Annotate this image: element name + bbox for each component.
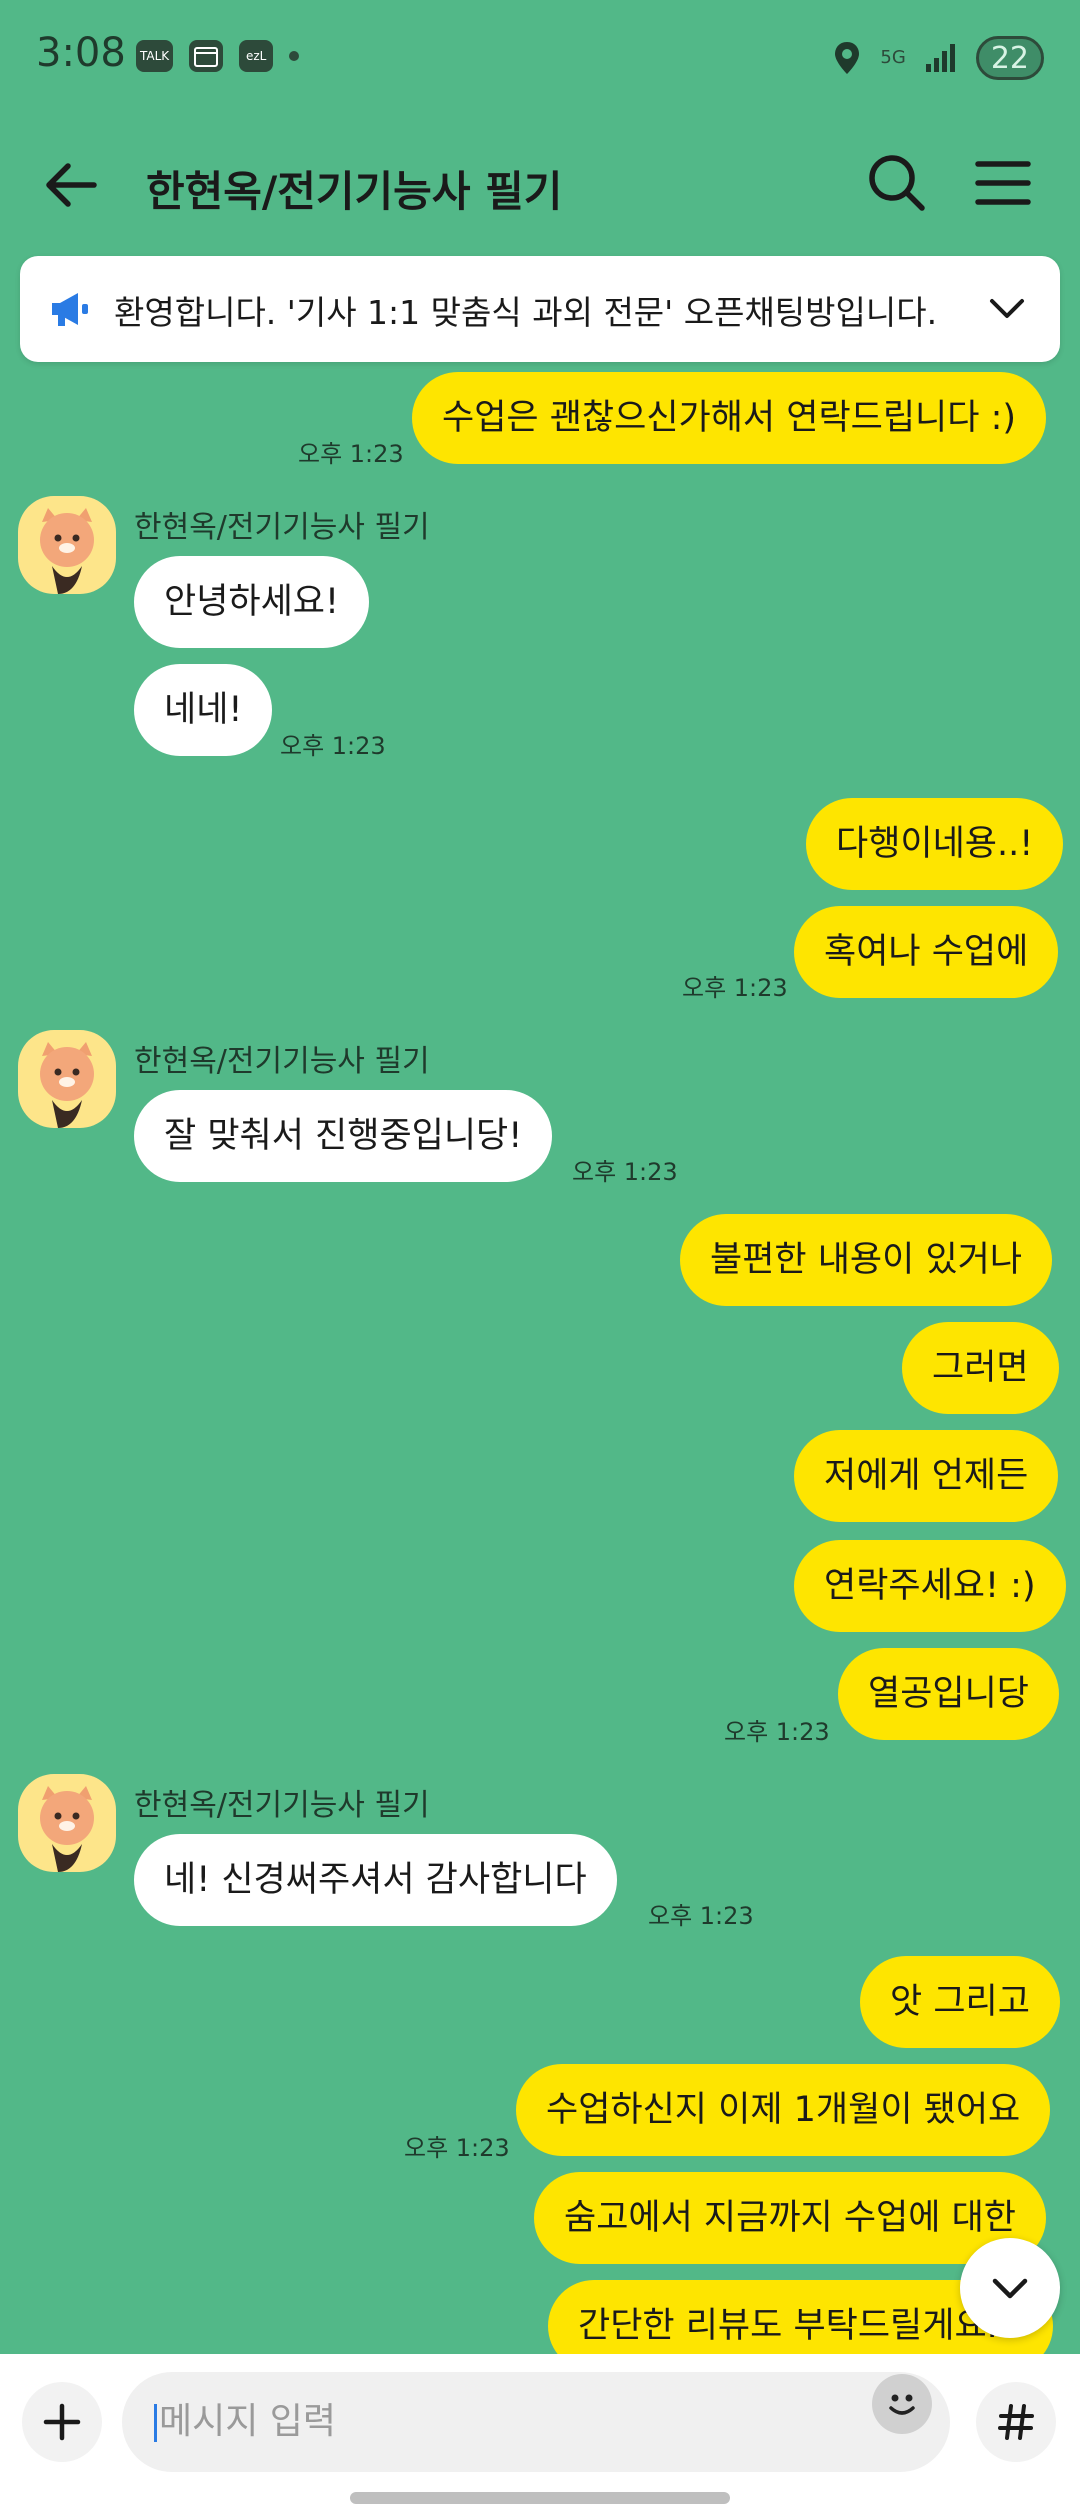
hamburger-menu-icon (975, 161, 1031, 205)
avatar[interactable] (18, 1774, 116, 1872)
network-type: 5G (880, 47, 906, 68)
back-button[interactable] (36, 150, 106, 220)
message-bubble-mine[interactable]: 수업하신지 이제 1개월이 됐어요 (516, 2064, 1051, 2156)
emoji-button[interactable] (872, 2374, 932, 2434)
attach-button[interactable] (22, 2382, 102, 2462)
message-bubble-other[interactable]: 네! 신경써주셔서 감사합니다 (134, 1834, 617, 1926)
chevron-down-icon[interactable] (984, 286, 1030, 332)
message-bubble-mine[interactable]: 수업은 괜찮으신가해서 연락드립니다 :) (412, 372, 1047, 464)
message-bubble-mine[interactable]: 혹여나 수업에 (794, 906, 1059, 998)
message-timestamp: 오후 1:23 (648, 1902, 754, 1930)
search-icon (869, 155, 925, 211)
notice-text: 환영합니다. '기사 1:1 맞춤식 과외 전문' 오픈채팅방입니다. (114, 293, 938, 332)
home-indicator[interactable] (350, 2492, 730, 2504)
avatar[interactable] (18, 1030, 116, 1128)
message-bubble-mine[interactable]: 연락주세요! :) (794, 1540, 1066, 1632)
signal-icon (925, 44, 955, 72)
status-system-icons: 5G 22 (832, 36, 1044, 80)
more-notifications-dot (289, 51, 300, 61)
message-bubble-mine[interactable]: 앗 그리고 (860, 1956, 1060, 2048)
status-notifications: TALK ezL (136, 40, 300, 72)
message-bubble-mine[interactable]: 다행이네용..! (806, 798, 1064, 890)
megaphone-icon (52, 293, 88, 326)
message-input[interactable]: 메시지 입력 (122, 2372, 950, 2472)
message-bubble-mine[interactable]: 저에게 언제든 (794, 1430, 1059, 1522)
search-button[interactable] (862, 148, 932, 218)
message-input-placeholder: 메시지 입력 (159, 2401, 337, 2442)
message-timestamp: 오후 1:23 (280, 732, 386, 760)
sender-name: 한현옥/전기기능사 필기 (134, 1788, 430, 1823)
message-bubble-other[interactable]: 잘 맞춰서 진행중입니당! (134, 1090, 553, 1182)
battery-indicator: 22 (975, 36, 1044, 80)
talk-notification-icon: TALK (136, 40, 174, 72)
red-panda-avatar-icon (40, 1786, 94, 1872)
sender-name: 한현옥/전기기능사 필기 (134, 510, 430, 545)
message-timestamp: 오후 1:23 (724, 1718, 830, 1746)
status-time: 3:08 (36, 30, 126, 76)
message-timestamp: 오후 1:23 (404, 2134, 510, 2162)
avatar[interactable] (18, 496, 116, 594)
message-bubble-mine[interactable]: 불편한 내용이 있거나 (680, 1214, 1053, 1306)
message-timestamp: 오후 1:23 (298, 440, 404, 468)
message-timestamp: 오후 1:23 (682, 974, 788, 1002)
menu-button[interactable] (968, 148, 1038, 218)
plus-icon (43, 2403, 81, 2441)
hashtag-icon (998, 2404, 1034, 2440)
chat-header: 한현옥/전기기능사 필기 (0, 120, 1080, 250)
chat-title: 한현옥/전기기능사 필기 (146, 167, 563, 216)
message-timestamp: 오후 1:23 (572, 1158, 678, 1186)
chevron-down-icon (992, 2278, 1028, 2299)
hashtag-button[interactable] (976, 2382, 1056, 2462)
red-panda-avatar-icon (40, 1042, 94, 1128)
smiley-icon (889, 2394, 915, 2415)
message-bubble-mine[interactable]: 그러면 (902, 1322, 1059, 1414)
status-bar: 3:08 TALK ezL 5G 22 (0, 0, 1080, 120)
scroll-to-bottom-button[interactable] (960, 2238, 1060, 2338)
message-bubble-mine[interactable]: 숨고에서 지금까지 수업에 대한 (534, 2172, 1046, 2264)
arrow-left-icon (46, 163, 97, 207)
notice-banner[interactable]: 환영합니다. '기사 1:1 맞춤식 과외 전문' 오픈채팅방입니다. (20, 256, 1060, 362)
text-caret (154, 2404, 157, 2442)
message-bubble-other[interactable]: 네네! (134, 664, 273, 756)
location-icon (835, 42, 860, 74)
message-bubble-mine[interactable]: 열공입니당 (838, 1648, 1060, 1740)
message-bubble-other[interactable]: 안녕하세요! (134, 556, 370, 648)
sender-name: 한현옥/전기기능사 필기 (134, 1044, 430, 1079)
calendar-notification-icon (189, 40, 224, 72)
red-panda-avatar-icon (40, 508, 94, 594)
ezl-notification-icon: ezL (239, 40, 274, 72)
